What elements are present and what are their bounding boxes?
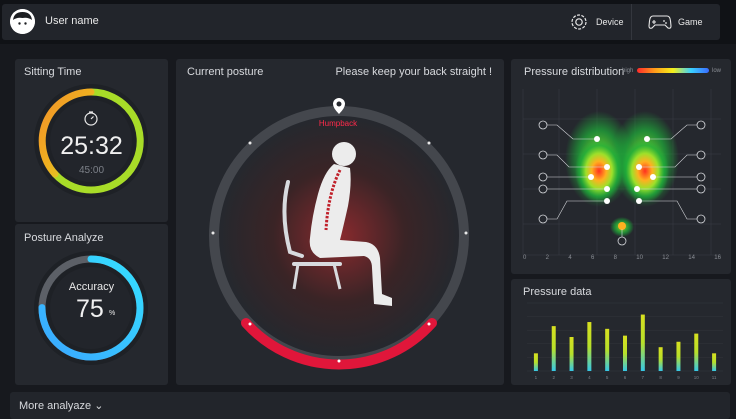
accuracy-unit: % xyxy=(109,310,116,317)
accuracy-value: 75 xyxy=(76,295,104,323)
sitting-time-panel: Sitting Time 25:32 45:00 xyxy=(15,59,168,222)
x-tick: 8 xyxy=(613,255,617,261)
location-pin-icon xyxy=(333,98,345,114)
x-tick: 6 xyxy=(590,255,595,261)
posture-analyze-title: Posture Analyze xyxy=(24,232,104,244)
seated-figure-illustration xyxy=(282,142,392,306)
more-analyze-bar[interactable]: More analyaze ⌄ xyxy=(10,392,730,419)
x-tick: 12 xyxy=(662,255,669,261)
x-tick: 4 xyxy=(568,255,572,261)
x-tick-label: 4 xyxy=(588,375,591,380)
more-analyze-label: More analyaze ⌄ xyxy=(19,400,104,412)
x-tick: 2 xyxy=(545,255,549,261)
avatar-face-icon xyxy=(10,9,35,34)
heatmap-x-axis: 0 2 4 6 8 10 12 14 16 xyxy=(523,255,721,261)
x-tick: 10 xyxy=(636,255,643,261)
x-tick-label: 7 xyxy=(642,375,645,380)
accuracy-label: Accuracy xyxy=(68,281,115,293)
pressure-heatmap xyxy=(522,89,721,256)
pressure-scale-bar xyxy=(637,68,709,73)
pressure-bar-chart: 1 2 3 4 5 6 7 8 9 10 11 xyxy=(527,302,723,380)
bar xyxy=(551,326,556,371)
bar xyxy=(587,322,592,371)
x-tick: 0 xyxy=(523,255,527,261)
x-tick-label: 1 xyxy=(535,375,538,380)
bar xyxy=(533,353,538,371)
bar xyxy=(658,347,663,371)
pressure-data-panel: Pressure data 1 2 3 4 5 6 7 8 9 10 11 xyxy=(511,279,731,385)
x-tick-label: 8 xyxy=(659,375,662,380)
pressure-distribution-panel: Pressure distribution high low 0 2 4 6 8… xyxy=(511,59,731,274)
user-avatar[interactable] xyxy=(10,9,35,34)
posture-analyze-panel: Posture Analyze Accuracy 75 % xyxy=(15,224,168,385)
sitting-time-target: 45:00 xyxy=(78,165,105,176)
sitting-time-title: Sitting Time xyxy=(24,66,82,78)
top-bar: User name Device Game xyxy=(0,0,736,44)
bar xyxy=(605,328,610,371)
gamepad-icon xyxy=(648,15,672,29)
x-tick-label: 10 xyxy=(694,375,700,380)
gear-icon xyxy=(571,14,587,30)
x-tick-label: 2 xyxy=(552,375,555,380)
x-tick-label: 3 xyxy=(570,375,573,380)
bar xyxy=(712,353,717,371)
x-tick: 16 xyxy=(714,255,721,261)
bar xyxy=(676,341,681,371)
username-label: User name xyxy=(45,15,99,27)
bar xyxy=(640,314,645,371)
bar xyxy=(623,335,627,371)
x-tick-label: 6 xyxy=(624,375,627,380)
game-button[interactable]: Game xyxy=(640,4,720,40)
x-tick-label: 5 xyxy=(606,375,609,380)
current-posture-panel: Current posture Please keep your back st… xyxy=(176,59,504,385)
chevron-down-icon: ⌄ xyxy=(94,400,104,412)
x-tick: 14 xyxy=(688,255,695,261)
bar xyxy=(694,333,699,371)
sitting-time-value: 25:32 xyxy=(60,132,123,160)
x-tick-label: 11 xyxy=(712,375,717,380)
device-label: Device xyxy=(596,17,624,27)
timer-icon xyxy=(84,111,98,126)
device-button[interactable]: Device xyxy=(560,4,632,40)
x-tick-label: 9 xyxy=(677,375,680,380)
game-label: Game xyxy=(678,17,703,27)
bar xyxy=(569,337,574,371)
humpback-label: Humpback xyxy=(318,119,358,128)
